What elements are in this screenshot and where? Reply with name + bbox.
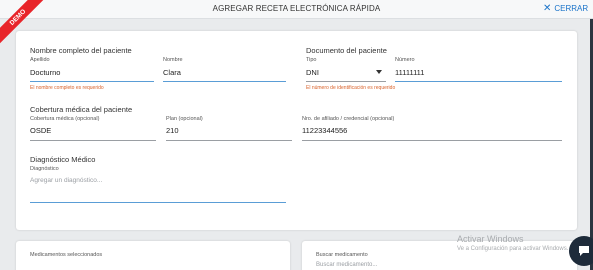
document-error: El número de identificación es requerido: [306, 85, 396, 91]
first-name-underline: [163, 81, 286, 82]
top-bar: AGREGAR RECETA ELECTRÓNICA RÁPIDA ✕ CERR…: [0, 0, 593, 19]
patient-form-card: Nombre completo del paciente Apellido Do…: [16, 31, 577, 230]
demo-ribbon: DEMO: [0, 0, 44, 44]
doc-number-underline: [395, 81, 562, 82]
chevron-down-icon[interactable]: [376, 70, 382, 74]
doc-number-label: Número: [395, 57, 415, 63]
coverage-section-title: Cobertura médica del paciente: [30, 105, 133, 114]
first-name-label: Nombre: [163, 57, 183, 63]
last-name-input[interactable]: Docturno: [30, 68, 60, 77]
plan-underline: [166, 140, 292, 141]
plan-input[interactable]: 210: [166, 126, 179, 135]
document-section-title: Documento del paciente: [306, 46, 387, 55]
close-button[interactable]: ✕ CERRAR: [543, 2, 589, 14]
selected-medications-card: Medicamentos seleccionados: [16, 241, 290, 270]
doc-type-underline: [306, 81, 386, 82]
diagnosis-label: Diagnóstico: [30, 166, 59, 172]
close-icon: ✕: [543, 2, 552, 14]
search-medication-title: Buscar medicamento: [316, 252, 368, 258]
member-number-input[interactable]: 11223344556: [302, 126, 347, 135]
last-name-label: Apellido: [30, 57, 50, 63]
doc-type-label: Tipo: [306, 57, 317, 63]
member-number-underline: [302, 140, 562, 141]
windows-activation-subtitle: Ve a Configuración para activar Windows.: [457, 246, 569, 252]
patient-name-section-title: Nombre completo del paciente: [30, 46, 132, 55]
diagnosis-underline: [30, 202, 286, 203]
doc-type-select[interactable]: DNI: [306, 68, 319, 77]
coverage-label: Cobertura médica (opcional): [30, 116, 100, 122]
demo-badge: DEMO: [0, 0, 44, 44]
selected-medications-title: Medicamentos seleccionados: [30, 252, 103, 258]
chat-button[interactable]: [569, 236, 593, 266]
name-error: El nombre completo es requerido: [30, 85, 104, 91]
close-label: CERRAR: [554, 4, 589, 13]
search-medication-input[interactable]: Buscar medicamento...: [316, 262, 377, 268]
windows-activation-title: Activar Windows: [457, 234, 524, 244]
diagnosis-input[interactable]: Agregar un diagnóstico...: [30, 177, 102, 184]
diagnosis-section-title: Diagnóstico Médico: [30, 155, 96, 164]
chat-bubble-icon: [579, 246, 589, 256]
first-name-input[interactable]: Clara: [163, 68, 181, 77]
plan-label: Plan (opcional): [166, 116, 203, 122]
member-number-label: Nro. de afiliado / credencial (opcional): [302, 116, 395, 122]
page-title: AGREGAR RECETA ELECTRÓNICA RÁPIDA: [212, 4, 381, 13]
doc-number-input[interactable]: 11111111: [395, 68, 424, 77]
coverage-underline: [30, 140, 156, 141]
last-name-underline: [30, 81, 154, 82]
coverage-input[interactable]: OSDE: [30, 126, 51, 135]
